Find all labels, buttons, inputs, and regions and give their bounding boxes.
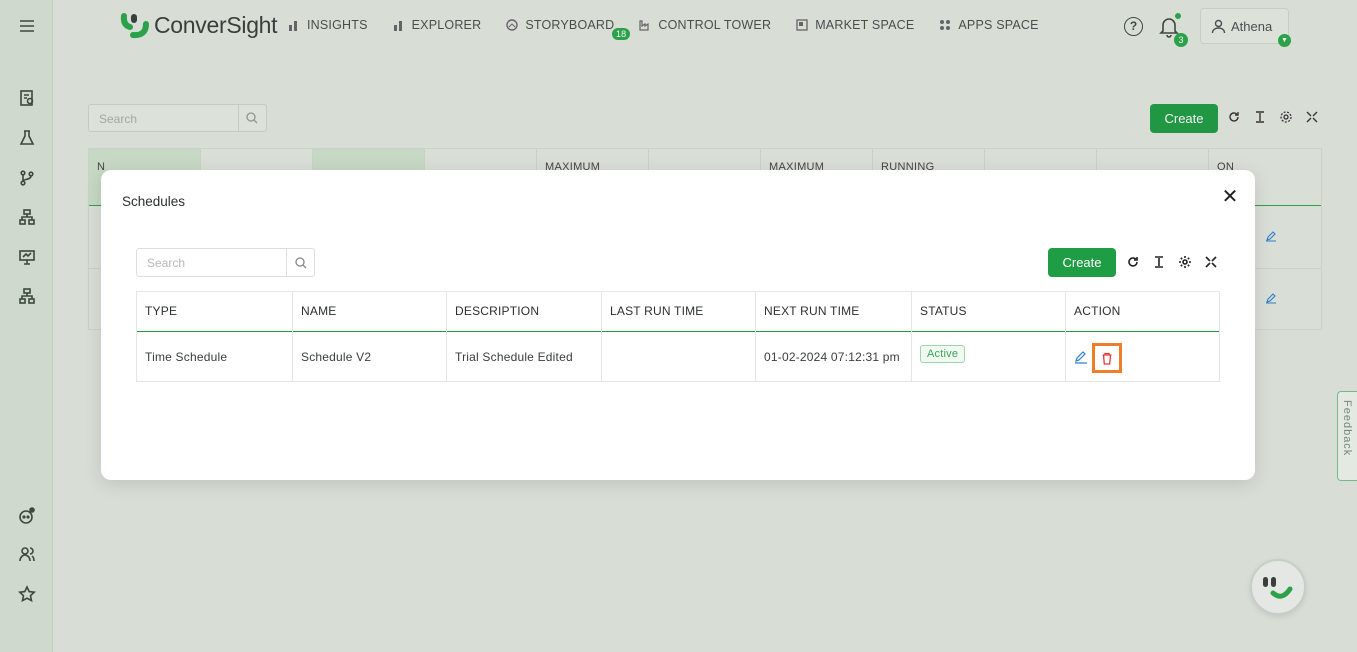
cell-name: Schedule V2 xyxy=(293,332,447,382)
column-header-status[interactable]: STATUS xyxy=(912,292,1066,332)
cell-next-run-time: 01-02-2024 07:12:31 pm xyxy=(756,332,912,382)
cell-action xyxy=(1066,332,1221,382)
cell-status: Active xyxy=(912,332,1066,382)
modal-title: Schedules xyxy=(122,194,186,209)
edit-icon[interactable] xyxy=(1074,350,1088,364)
column-height-icon[interactable] xyxy=(1151,254,1167,270)
settings-icon[interactable] xyxy=(1177,254,1193,270)
modal-search-field xyxy=(136,248,315,277)
column-header-last-run-time[interactable]: LAST RUN TIME xyxy=(602,292,756,332)
search-input[interactable] xyxy=(137,249,285,276)
cell-last-run-time xyxy=(602,332,756,382)
cell-type: Time Schedule xyxy=(137,332,293,382)
column-header-name[interactable]: NAME xyxy=(293,292,447,332)
table-row[interactable]: Time Schedule Schedule V2 Trial Schedule… xyxy=(137,332,1219,382)
refresh-icon[interactable] xyxy=(1125,254,1141,270)
close-icon[interactable]: ✕ xyxy=(1220,187,1240,208)
table-header: TYPE NAME DESCRIPTION LAST RUN TIME NEXT… xyxy=(137,292,1219,332)
status-badge: Active xyxy=(920,345,966,363)
delete-button[interactable] xyxy=(1092,343,1122,373)
column-header-description[interactable]: DESCRIPTION xyxy=(447,292,602,332)
schedules-modal: Schedules ✕ Create TYPE NAME DESCRIPTION… xyxy=(101,170,1255,480)
fullscreen-icon[interactable] xyxy=(1203,254,1219,270)
trash-icon xyxy=(1102,352,1112,365)
column-header-type[interactable]: TYPE xyxy=(137,292,293,332)
cell-description: Trial Schedule Edited xyxy=(447,332,602,382)
search-icon[interactable] xyxy=(286,249,314,276)
column-header-action: ACTION xyxy=(1074,304,1121,318)
create-button[interactable]: Create xyxy=(1048,248,1116,277)
schedules-table: TYPE NAME DESCRIPTION LAST RUN TIME NEXT… xyxy=(136,291,1220,382)
column-header-next-run-time[interactable]: NEXT RUN TIME xyxy=(756,292,912,332)
